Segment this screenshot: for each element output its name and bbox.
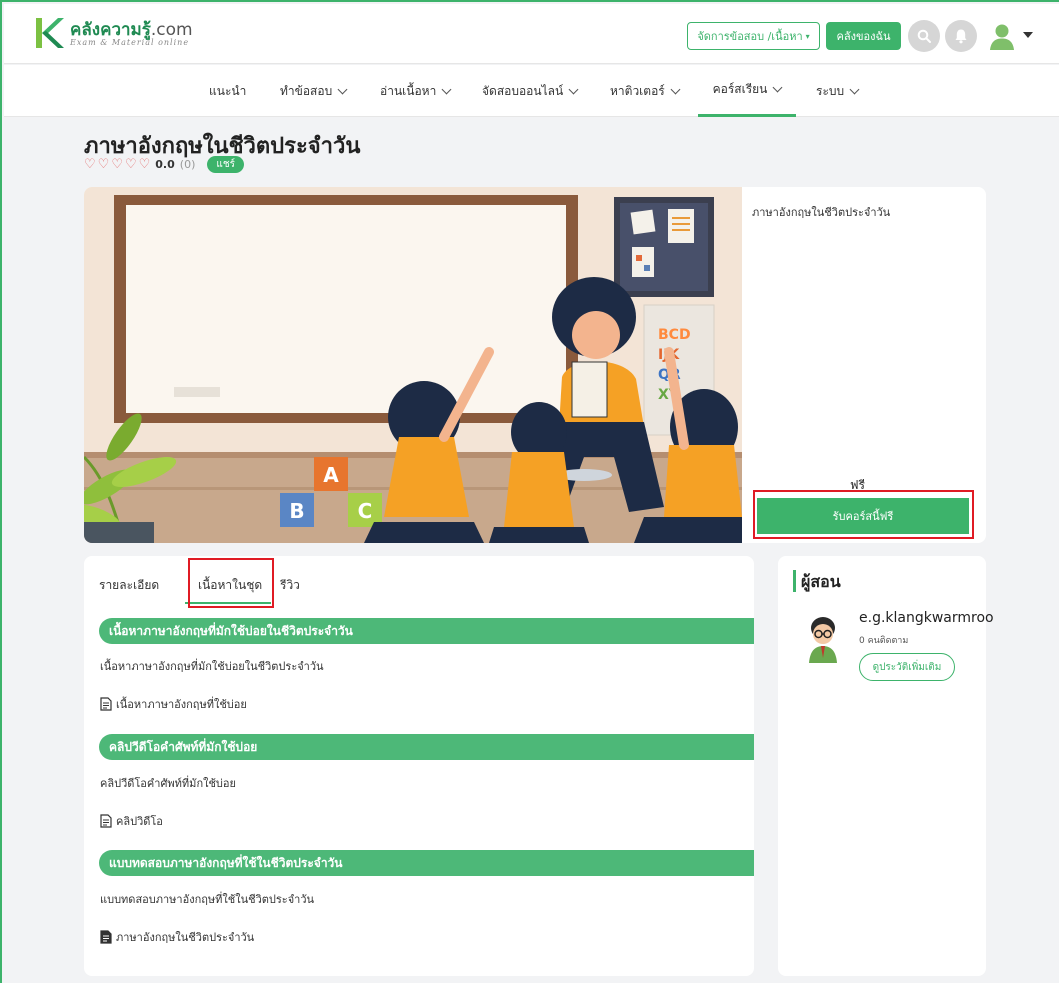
tab-details[interactable]: รายละเอียด xyxy=(99,576,159,595)
nav-label: หาติวเตอร์ xyxy=(610,83,665,98)
chevron-down-icon xyxy=(670,84,681,94)
teacher-heading: ผู้สอน xyxy=(793,570,841,592)
course-rating: ♡ ♡ ♡ ♡ ♡ 0.0 (0) แชร์ xyxy=(84,155,244,173)
chevron-down-icon xyxy=(568,84,579,94)
active-tab-indicator xyxy=(185,602,271,604)
user-menu-caret-icon[interactable] xyxy=(1023,32,1033,38)
teacher-followers: 0 คนติดตาม xyxy=(859,636,909,646)
heart-outline-icon[interactable]: ♡ xyxy=(125,158,137,171)
section-header[interactable]: คลิปวีดีโอคำศัพท์ที่มักใช้บ่อย xyxy=(99,734,754,760)
logo-tagline: Exam & Material online xyxy=(70,38,190,47)
bell-icon xyxy=(955,29,967,44)
heart-outline-icon[interactable]: ♡ xyxy=(139,158,151,171)
nav-label: อ่านเนื้อหา xyxy=(380,83,437,98)
section-item[interactable]: เนื้อหาภาษาอังกฤษที่ใช้บ่อย xyxy=(100,695,247,713)
chevron-down-icon xyxy=(772,82,783,93)
nav-find-tutor[interactable]: หาติวเตอร์ xyxy=(610,65,681,117)
site-logo[interactable]: คลังความรู้.com Exam & Material online xyxy=(34,14,204,56)
logo-k-icon xyxy=(36,18,64,48)
tab-contents[interactable]: เนื้อหาในชุด xyxy=(198,576,262,595)
enroll-free-button[interactable]: รับคอร์สนี้ฟรี xyxy=(757,498,969,534)
share-button[interactable]: แชร์ xyxy=(207,155,244,173)
board-letters: BCD xyxy=(658,327,691,343)
section-item[interactable]: คลิปวิดีโอ xyxy=(100,812,163,830)
top-header: คลังความรู้.com Exam & Material online จ… xyxy=(4,4,1059,64)
nav-read-content[interactable]: อ่านเนื้อหา xyxy=(380,65,452,117)
document-icon xyxy=(100,697,112,711)
course-tabs: รายละเอียด เนื้อหาในชุด รีวิว xyxy=(84,556,754,606)
heart-outline-icon[interactable]: ♡ xyxy=(98,158,110,171)
nav-label: แนะนำ xyxy=(209,83,247,98)
chevron-down-icon xyxy=(337,84,348,94)
teacher-card: ผู้สอน e.g.klangkwarmroo 0 คนติดตาม ดูปร… xyxy=(778,556,994,976)
nav-label: ทำข้อสอบ xyxy=(280,83,333,98)
section-item-label: คลิปวิดีโอ xyxy=(116,815,163,828)
block-a: A xyxy=(323,463,339,487)
main-nav: แนะนำ ทำข้อสอบ อ่านเนื้อหา จัดสอบออนไลน์… xyxy=(4,65,1059,117)
user-menu-button[interactable] xyxy=(986,20,1018,52)
search-button[interactable] xyxy=(908,20,940,52)
course-content-card: รายละเอียด เนื้อหาในชุด รีวิว เนื้อหาภาษ… xyxy=(84,556,754,976)
rating-count: (0) xyxy=(179,157,196,171)
section-description: คลิปวีดีโอคำศัพท์ที่มักใช้บ่อย xyxy=(100,777,236,790)
course-side-title: ภาษาอังกฤษในชีวิตประจำวัน xyxy=(752,206,891,219)
document-icon xyxy=(100,930,112,944)
section-item[interactable]: ภาษาอังกฤษในชีวิตประจำวัน xyxy=(100,928,254,946)
block-c: C xyxy=(358,499,373,523)
chevron-down-icon xyxy=(849,84,860,94)
block-b: B xyxy=(289,499,304,523)
manage-content-label: จัดการข้อสอบ /เนื้อหา xyxy=(697,30,803,43)
teacher-name[interactable]: e.g.klangkwarmroo xyxy=(859,610,994,626)
course-price: ฟรี xyxy=(850,478,865,492)
page-frame: คลังความรู้.com Exam & Material online จ… xyxy=(0,0,1059,983)
section-header[interactable]: เนื้อหาภาษาอังกฤษที่มักใช้บ่อยในชีวิตประ… xyxy=(99,618,754,644)
section-header[interactable]: แบบทดสอบภาษาอังกฤษที่ใช้ในชีวิตประจำวัน xyxy=(99,850,754,876)
section-item-label: เนื้อหาภาษาอังกฤษที่ใช้บ่อย xyxy=(116,698,247,711)
nav-recommend[interactable]: แนะนำ xyxy=(209,65,246,117)
nav-courses[interactable]: คอร์สเรียน xyxy=(698,65,796,117)
nav-label: คอร์สเรียน xyxy=(712,82,768,96)
nav-system[interactable]: ระบบ xyxy=(816,65,860,117)
nav-online-exam[interactable]: จัดสอบออนไลน์ xyxy=(482,65,579,117)
notification-button[interactable] xyxy=(945,20,977,52)
course-hero-card: BCD IJK QR XY A B C xyxy=(84,187,986,543)
nav-take-exam[interactable]: ทำข้อสอบ xyxy=(280,65,348,117)
heart-outline-icon[interactable]: ♡ xyxy=(111,158,123,171)
chevron-down-icon xyxy=(441,84,452,94)
dropdown-caret-icon: ▾ xyxy=(805,31,810,41)
my-library-button[interactable]: คลังของฉัน xyxy=(826,22,901,50)
view-profile-button[interactable]: ดูประวัติเพิ่มเติม xyxy=(859,653,955,681)
section-description: เนื้อหาภาษาอังกฤษที่มักใช้บ่อยในชีวิตประ… xyxy=(100,660,324,673)
course-cover-image: BCD IJK QR XY A B C xyxy=(84,187,742,543)
rating-value: 0.0 xyxy=(155,157,175,171)
search-icon xyxy=(917,29,931,43)
heart-outline-icon[interactable]: ♡ xyxy=(84,158,96,171)
nav-label: จัดสอบออนไลน์ xyxy=(482,83,564,98)
teacher-avatar[interactable] xyxy=(806,616,840,664)
nav-label: ระบบ xyxy=(816,83,845,98)
manage-content-dropdown[interactable]: จัดการข้อสอบ /เนื้อหา ▾ xyxy=(687,22,820,50)
section-item-label: ภาษาอังกฤษในชีวิตประจำวัน xyxy=(116,931,255,944)
tab-reviews[interactable]: รีวิว xyxy=(280,576,300,595)
user-avatar-icon xyxy=(990,24,1014,50)
section-description: แบบทดสอบภาษาอังกฤษที่ใช้ในชีวิตประจำวัน xyxy=(100,893,315,906)
document-icon xyxy=(100,814,112,828)
